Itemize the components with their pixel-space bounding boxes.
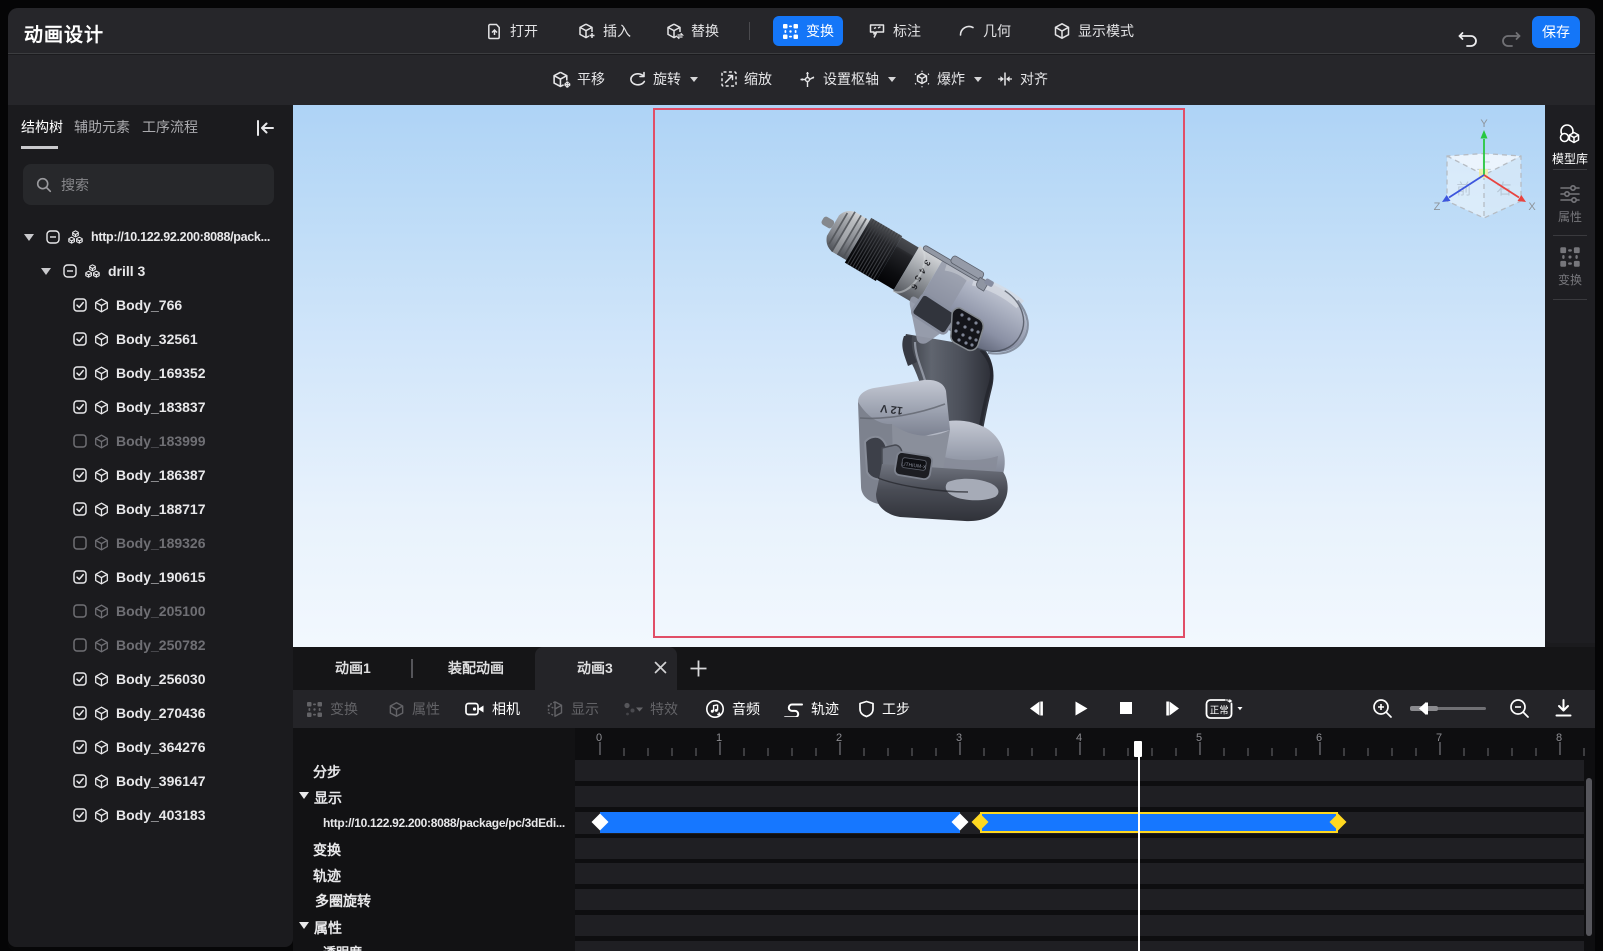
svg-text:Y: Y — [1480, 118, 1488, 130]
svg-text:X: X — [1528, 201, 1536, 213]
svg-text:Z: Z — [1434, 201, 1441, 213]
svg-text:正常: 正常 — [1210, 705, 1229, 717]
